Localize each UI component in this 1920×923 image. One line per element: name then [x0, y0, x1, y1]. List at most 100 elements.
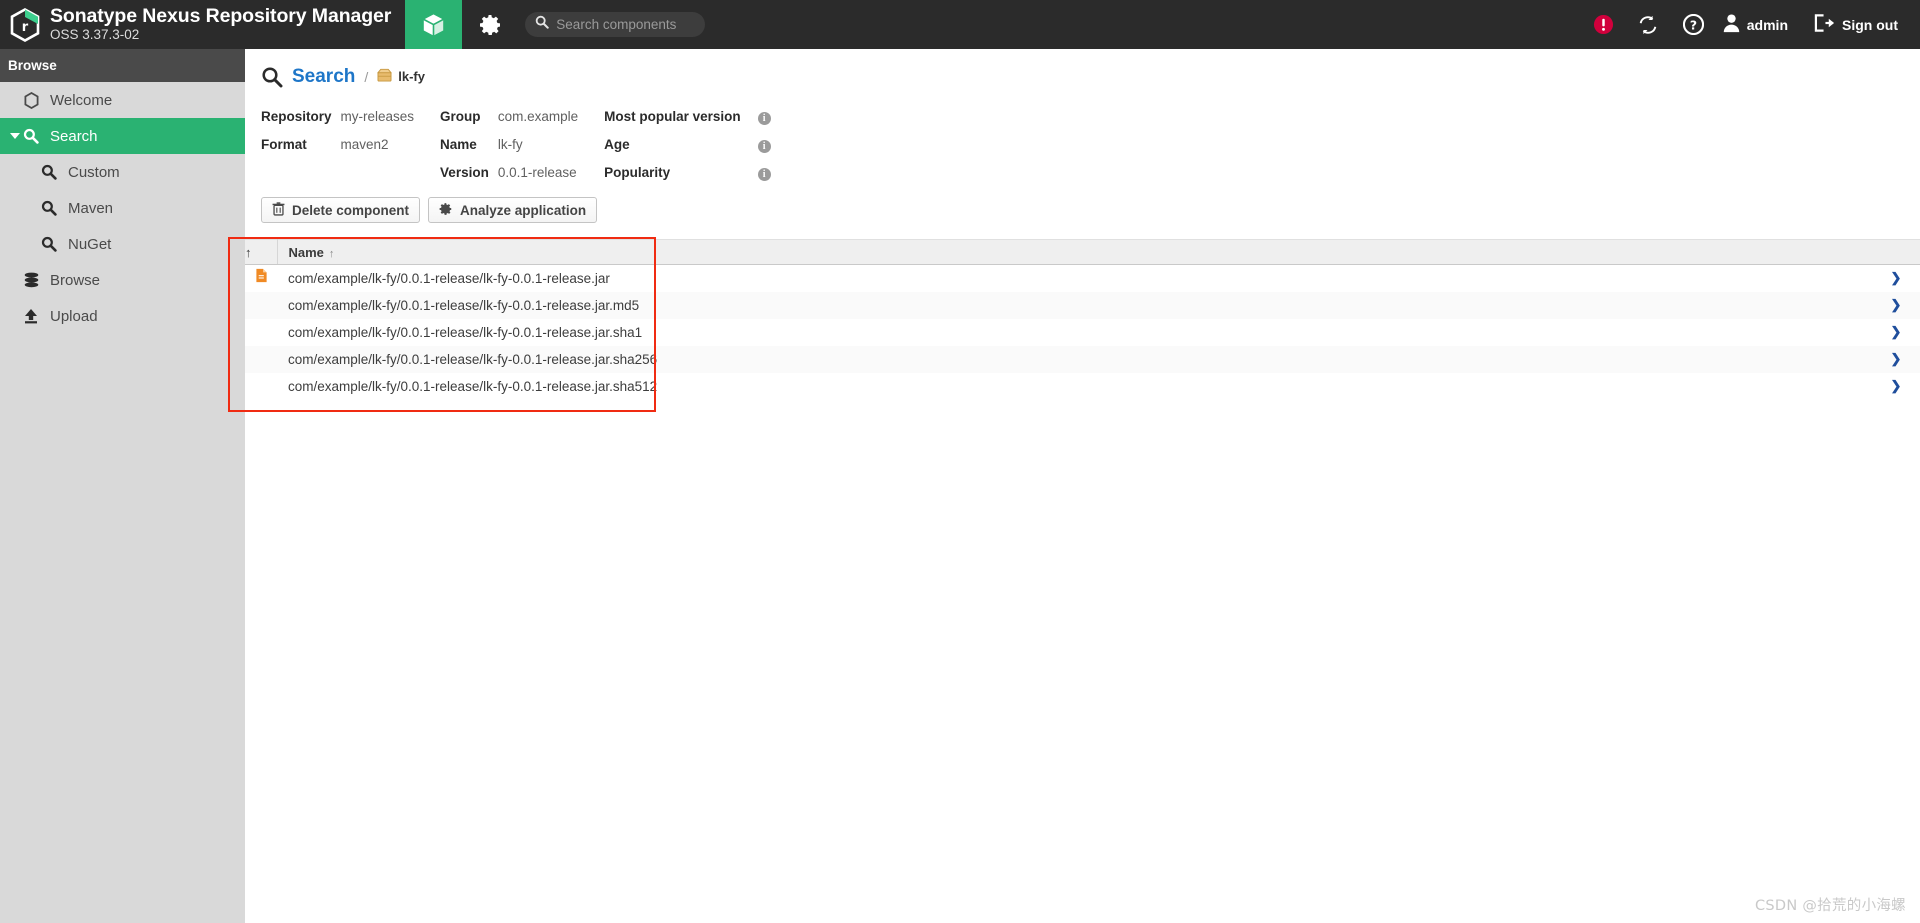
sidebar-item-nuget[interactable]: NuGet — [0, 226, 245, 262]
analyze-application-label: Analyze application — [460, 202, 587, 218]
gear-icon — [439, 202, 453, 219]
chevron-right-icon[interactable]: ❯ — [1882, 292, 1920, 319]
sign-out-button[interactable]: Sign out — [1800, 13, 1904, 36]
search-icon — [535, 15, 550, 34]
detail-value: com.example — [497, 109, 579, 124]
action-buttons: Delete component Analyze application — [245, 197, 1920, 223]
cube-icon — [421, 12, 446, 38]
refresh-icon[interactable] — [1626, 0, 1671, 49]
sidebar-item-welcome[interactable]: Welcome — [0, 82, 245, 118]
detail-value: lk-fy — [497, 137, 523, 152]
detail-value: my-releases — [340, 109, 415, 124]
breadcrumb-leaf: lk-fy — [377, 68, 425, 85]
analyze-application-button[interactable]: Analyze application — [428, 197, 598, 223]
hexagon-icon — [20, 91, 42, 109]
table-row[interactable]: com/example/lk-fy/0.0.1-release/lk-fy-0.… — [245, 345, 1920, 373]
sidebar-item-label: NuGet — [68, 235, 112, 253]
chevron-down-icon[interactable] — [10, 133, 20, 139]
asset-name[interactable]: com/example/lk-fy/0.0.1-release/lk-fy-0.… — [277, 346, 1882, 373]
search-input[interactable] — [556, 17, 696, 32]
sidebar-item-label: Custom — [68, 163, 120, 181]
sort-asc-icon: ↑ — [328, 247, 335, 260]
info-icon-cell: i — [750, 165, 771, 193]
chevron-right-icon[interactable]: ❯ — [1882, 265, 1920, 292]
sidebar: Browse Welcome Search Custom Maven NuGet… — [0, 49, 245, 923]
detail-row: Format maven2 Name lk-fy Age i — [261, 137, 771, 165]
delete-component-button[interactable]: Delete component — [261, 197, 421, 223]
delete-component-label: Delete component — [292, 202, 410, 218]
breadcrumb-root[interactable]: Search — [292, 66, 355, 88]
top-bar: r Sonatype Nexus Repository Manager OSS … — [0, 0, 1920, 58]
database-icon — [20, 272, 42, 288]
table-header-row: ↑ Name ↑ — [245, 239, 1920, 265]
package-box-icon — [377, 68, 393, 85]
sidebar-item-label: Upload — [50, 307, 98, 325]
app-title: Sonatype Nexus Repository Manager — [50, 5, 392, 27]
chevron-right-icon[interactable]: ❯ — [1882, 319, 1920, 346]
detail-label: Group — [440, 109, 481, 124]
breadcrumb-separator: / — [364, 68, 369, 85]
upload-icon — [20, 308, 42, 324]
detail-label: Most popular version — [604, 109, 741, 124]
help-circle-icon[interactable]: ? — [1671, 0, 1716, 49]
info-icon-cell: i — [750, 137, 771, 165]
component-details: Repository my-releases Group com.example… — [245, 109, 1920, 193]
breadcrumb-leaf-label: lk-fy — [398, 69, 425, 84]
sign-out-label: Sign out — [1842, 16, 1898, 33]
sidebar-item-maven[interactable]: Maven — [0, 190, 245, 226]
user-menu[interactable]: admin — [1716, 13, 1800, 36]
error-circle-icon[interactable] — [1581, 0, 1626, 49]
main-content: Search / lk-fy Repository my-releases Gr… — [228, 49, 1920, 923]
asset-name[interactable]: com/example/lk-fy/0.0.1-release/lk-fy-0.… — [277, 265, 1882, 292]
detail-label: Format — [261, 137, 307, 152]
nav-tab-admin[interactable] — [462, 0, 519, 49]
search-icon — [261, 66, 283, 88]
chevron-right-icon[interactable]: ❯ — [1882, 346, 1920, 373]
sidebar-header-label: Browse — [8, 58, 57, 73]
chevron-right-icon[interactable]: ❯ — [1882, 373, 1920, 400]
info-icon[interactable]: i — [757, 112, 771, 125]
search-icon — [20, 128, 42, 144]
table-row[interactable]: com/example/lk-fy/0.0.1-release/lk-fy-0.… — [245, 318, 1920, 346]
asset-name[interactable]: com/example/lk-fy/0.0.1-release/lk-fy-0.… — [277, 319, 1882, 346]
sidebar-item-label: Welcome — [50, 91, 113, 109]
gear-icon — [479, 13, 503, 37]
row-icon-empty — [245, 319, 277, 346]
sign-out-icon — [1814, 13, 1835, 36]
detail-value: 0.0.1-release — [497, 165, 577, 180]
assets-table: ↑ Name ↑ com/example/lk-fy/0.0.1-release… — [245, 239, 1920, 400]
detail-label: Age — [604, 137, 630, 152]
table-row[interactable]: com/example/lk-fy/0.0.1-release/lk-fy-0.… — [245, 264, 1920, 292]
search-icon — [38, 200, 60, 216]
sidebar-header: Browse — [0, 49, 245, 82]
detail-label — [261, 165, 341, 193]
row-icon-empty — [245, 346, 277, 373]
row-icon-empty — [245, 373, 277, 400]
sidebar-item-label: Browse — [50, 271, 101, 289]
app-version: OSS 3.37.3-02 — [50, 27, 140, 42]
asset-name[interactable]: com/example/lk-fy/0.0.1-release/lk-fy-0.… — [277, 292, 1882, 319]
info-icon[interactable]: i — [757, 140, 771, 153]
breadcrumb: Search / lk-fy — [245, 49, 1920, 91]
column-header-name-label: Name — [288, 244, 324, 260]
table-row[interactable]: com/example/lk-fy/0.0.1-release/lk-fy-0.… — [245, 291, 1920, 319]
asset-name[interactable]: com/example/lk-fy/0.0.1-release/lk-fy-0.… — [277, 373, 1882, 400]
column-header-name[interactable]: Name ↑ — [277, 239, 1882, 265]
svg-text:r: r — [22, 20, 29, 35]
column-header-grip[interactable]: ↑ — [245, 239, 278, 265]
sidebar-item-custom[interactable]: Custom — [0, 154, 245, 190]
detail-value: maven2 — [340, 137, 389, 152]
sidebar-item-browse[interactable]: Browse — [0, 262, 245, 298]
info-icon[interactable]: i — [757, 168, 771, 181]
sort-asc-icon: ↑ — [245, 244, 252, 260]
nexus-hex-logo-icon: r — [10, 7, 40, 42]
user-icon — [1722, 13, 1741, 36]
global-search[interactable] — [525, 0, 706, 49]
sidebar-item-search[interactable]: Search — [0, 118, 245, 154]
info-icon-cell: i — [750, 109, 771, 137]
nav-tab-browse[interactable] — [405, 0, 463, 58]
trash-icon — [272, 201, 285, 219]
sidebar-item-upload[interactable]: Upload — [0, 298, 245, 334]
user-label: admin — [1746, 16, 1788, 33]
table-row[interactable]: com/example/lk-fy/0.0.1-release/lk-fy-0.… — [245, 372, 1920, 400]
